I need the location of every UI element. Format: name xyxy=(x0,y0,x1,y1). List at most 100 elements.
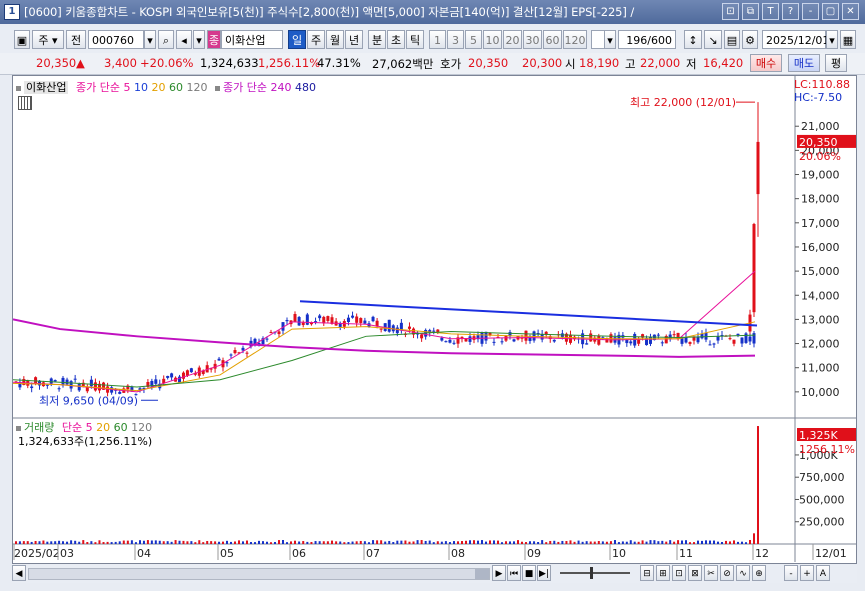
tool-icon-2[interactable]: ⊞ xyxy=(656,565,670,581)
zoom-slider[interactable] xyxy=(560,567,630,579)
candle-body xyxy=(241,347,245,351)
tool-icon-1[interactable]: ⊟ xyxy=(640,565,654,581)
play-icon[interactable]: ▶ xyxy=(492,565,506,581)
minimize-icon[interactable]: - xyxy=(802,3,819,20)
candle-body xyxy=(189,368,193,373)
sell-button[interactable]: 매도 xyxy=(788,54,820,72)
close-icon[interactable]: ✕ xyxy=(842,3,859,20)
prev-button[interactable]: 전 xyxy=(66,30,86,49)
candle-body xyxy=(285,320,289,322)
minus-icon[interactable]: - xyxy=(784,565,798,581)
eval-button[interactable]: 평 xyxy=(825,54,847,72)
num-button-5[interactable]: 5 xyxy=(465,30,482,49)
volume-bar xyxy=(669,540,672,544)
count-field[interactable]: 196/600 xyxy=(618,30,676,49)
volume-bar xyxy=(517,540,519,544)
candle-body xyxy=(708,344,712,346)
candle-body xyxy=(301,322,305,326)
volume-bar xyxy=(355,541,358,544)
volume-bar xyxy=(641,540,644,544)
volume-bar xyxy=(549,540,552,544)
date-field[interactable]: 2025/12/01 xyxy=(762,30,829,49)
num-button-30[interactable]: 30 xyxy=(523,30,542,49)
chevron-down-icon[interactable]: ▾ xyxy=(193,30,205,49)
period-year[interactable]: 년 xyxy=(345,30,363,49)
last-icon[interactable]: ▶| xyxy=(537,565,551,581)
calendar-icon[interactable]: ▦ xyxy=(840,30,856,49)
candle-body xyxy=(648,336,652,344)
stop-icon[interactable]: ■ xyxy=(522,565,536,581)
legend-ma10: 10 xyxy=(133,81,148,94)
x-tick-label: 06 xyxy=(292,547,306,560)
tile-icon[interactable]: ⧉ xyxy=(742,3,759,20)
candle-body xyxy=(629,341,633,344)
chevron-down-icon[interactable]: ▾ xyxy=(144,30,156,49)
period-day[interactable]: 일 xyxy=(288,30,306,49)
legend-ma-label: 종가 단순 xyxy=(75,81,120,94)
tool-icon-3[interactable]: ⊡ xyxy=(672,565,686,581)
arrows-icon[interactable]: ↕ xyxy=(684,30,702,49)
volume-bar xyxy=(529,541,531,544)
text-icon[interactable]: A xyxy=(816,565,830,581)
plus-icon[interactable]: + xyxy=(800,565,814,581)
num-button-20[interactable]: 20 xyxy=(503,30,522,49)
volume-bar xyxy=(453,541,455,544)
num-button-60[interactable]: 60 xyxy=(543,30,562,49)
volume-bar xyxy=(326,541,329,544)
stock-code-input[interactable]: 000760 xyxy=(88,30,144,49)
layout-icon[interactable]: ▣ xyxy=(14,30,30,49)
volume-bar xyxy=(306,541,309,544)
chart-area[interactable]: 10,000 11,000 12,000 13,000 14,000 15,000 16,0… xyxy=(12,75,857,564)
volume-bar xyxy=(396,540,399,544)
calendar-dropdown-icon[interactable]: ▾ xyxy=(826,30,838,49)
volume-bar xyxy=(693,542,695,544)
volume-bar xyxy=(713,540,715,544)
buy-button[interactable]: 매수 xyxy=(750,54,782,72)
volume-bar xyxy=(477,540,479,544)
trend-icon[interactable]: ↘ xyxy=(704,30,722,49)
wave-icon[interactable]: ∿ xyxy=(736,565,750,581)
scroll-thumb[interactable] xyxy=(475,569,489,579)
legend-ma2-label: 종가 단순 xyxy=(222,81,267,94)
period-second[interactable]: 초 xyxy=(387,30,405,49)
font-icon[interactable]: T xyxy=(762,3,779,20)
volume-bar xyxy=(581,541,584,544)
magnifier-icon[interactable]: ⌕ xyxy=(158,30,174,49)
scissors-icon[interactable]: ✂ xyxy=(704,565,718,581)
chevron-down-icon[interactable]: ▾ xyxy=(604,30,616,49)
volume-bar xyxy=(363,541,366,544)
volume-bar xyxy=(202,542,205,544)
period-month[interactable]: 월 xyxy=(326,30,344,49)
restore-icon[interactable]: ⊡ xyxy=(722,3,739,20)
volume-bar xyxy=(697,540,699,544)
gear-icon[interactable]: ⚙ xyxy=(742,30,758,49)
volume-bar xyxy=(465,540,467,544)
period-week[interactable]: 주 xyxy=(307,30,325,49)
maximize-icon[interactable]: ▢ xyxy=(822,3,839,20)
tool-icon-4[interactable]: ⊠ xyxy=(688,565,702,581)
tool-icon-6[interactable]: ⊘ xyxy=(720,565,734,581)
speaker-icon[interactable]: ◂ xyxy=(176,30,192,49)
num-button-120[interactable]: 120 xyxy=(563,30,587,49)
period-minute[interactable]: 분 xyxy=(368,30,386,49)
x-tick-label: 04 xyxy=(137,547,151,560)
volume-bar xyxy=(58,540,61,544)
zoom-icon[interactable]: ⊕ xyxy=(752,565,766,581)
volume-bar xyxy=(331,540,333,544)
candle-body xyxy=(318,315,322,319)
grid-icon[interactable] xyxy=(18,96,32,110)
scroll-track[interactable] xyxy=(28,568,490,580)
app-icon[interactable]: 1 xyxy=(4,4,20,20)
zoom-slider-handle[interactable] xyxy=(590,567,593,579)
save-icon[interactable]: ▤ xyxy=(724,30,740,49)
scroll-left-icon[interactable]: ◀ xyxy=(12,565,26,581)
interval-select[interactable]: 주 ▾ xyxy=(32,30,64,49)
num-button-1[interactable]: 1 xyxy=(429,30,446,49)
chart-canvas[interactable]: 10,000 11,000 12,000 13,000 14,000 15,000 16,0… xyxy=(13,76,856,563)
volume-rate: 1,256.11% xyxy=(258,56,321,70)
help-icon[interactable]: ? xyxy=(782,3,799,20)
num-button-10[interactable]: 10 xyxy=(483,30,502,49)
period-tick[interactable]: 틱 xyxy=(406,30,424,49)
first-icon[interactable]: ⏮ xyxy=(507,565,521,581)
num-button-3[interactable]: 3 xyxy=(447,30,464,49)
